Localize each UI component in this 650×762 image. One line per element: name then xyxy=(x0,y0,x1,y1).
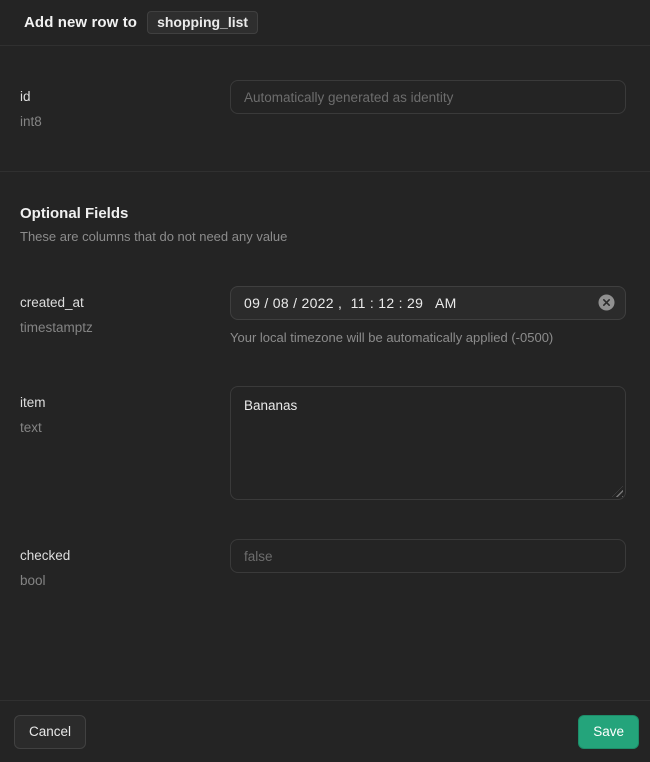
panel-footer: Cancel Save xyxy=(0,700,650,762)
cancel-button[interactable]: Cancel xyxy=(14,715,86,749)
optional-fields-section: Optional Fields These are columns that d… xyxy=(0,172,650,588)
field-name-item: item xyxy=(20,395,230,410)
field-row-created-at: created_at timestamptz Your local timezo… xyxy=(20,286,626,345)
circle-x-icon xyxy=(598,299,615,314)
field-row-item: item text Bananas xyxy=(20,386,626,500)
optional-fields-title: Optional Fields xyxy=(20,205,626,222)
save-button[interactable]: Save xyxy=(578,715,639,749)
clear-datetime-button[interactable] xyxy=(598,294,615,311)
checked-input[interactable] xyxy=(230,539,626,573)
panel-header: Add new row to shopping_list xyxy=(0,0,650,46)
table-name-badge: shopping_list xyxy=(147,11,258,34)
id-input[interactable] xyxy=(230,80,626,114)
panel-title: Add new row to xyxy=(24,14,137,31)
field-name-checked: checked xyxy=(20,548,230,563)
field-row-id: id int8 xyxy=(20,80,626,129)
required-fields-section: id int8 xyxy=(0,46,650,172)
field-type-id: int8 xyxy=(20,114,230,129)
field-type-item: text xyxy=(20,420,230,435)
field-type-checked: bool xyxy=(20,573,230,588)
optional-fields-subtitle: These are columns that do not need any v… xyxy=(20,229,626,244)
item-textarea[interactable]: Bananas xyxy=(230,386,626,500)
field-row-checked: checked bool xyxy=(20,539,626,588)
timezone-helper-text: Your local timezone will be automaticall… xyxy=(230,330,626,345)
field-name-created-at: created_at xyxy=(20,295,230,310)
created-at-input[interactable] xyxy=(230,286,626,320)
field-name-id: id xyxy=(20,89,230,104)
field-type-created-at: timestamptz xyxy=(20,320,230,335)
add-row-panel: Add new row to shopping_list id int8 Opt… xyxy=(0,0,650,762)
